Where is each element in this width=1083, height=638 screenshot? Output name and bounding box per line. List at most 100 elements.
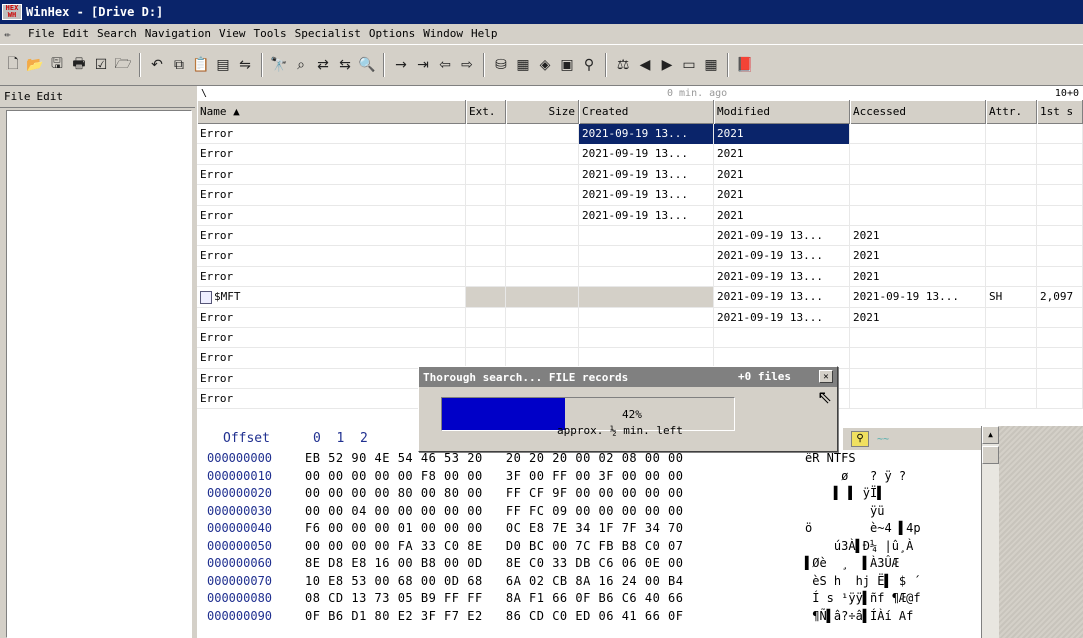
new-icon[interactable]: 🗋: [2, 54, 24, 76]
cell-ext: [466, 144, 506, 165]
panel-menu-edit[interactable]: Edit: [37, 90, 64, 103]
convert-icon[interactable]: ⇋: [234, 54, 256, 76]
back-icon[interactable]: ⇦: [434, 54, 456, 76]
col-accessed-header[interactable]: Accessed: [850, 100, 986, 124]
cell-ext: [466, 164, 506, 185]
menu-help[interactable]: Help: [467, 25, 502, 43]
panel-menu-file[interactable]: File: [4, 90, 31, 103]
replace-text-icon[interactable]: ⇄: [312, 54, 334, 76]
menu-window[interactable]: Window: [419, 25, 467, 43]
menu-file[interactable]: File: [24, 25, 59, 43]
hex-editor[interactable]: Offset 0 1 2 000000000 EB 52 90 4E 54 46 …: [197, 426, 1083, 638]
table-icon[interactable]: ▦: [700, 54, 722, 76]
table-row[interactable]: Error 2021-09-19 13... 2021: [197, 246, 1083, 267]
find-text-icon[interactable]: 🔭: [268, 54, 290, 76]
calculator-icon[interactable]: ▣: [556, 54, 578, 76]
table-row[interactable]: Error 2021-09-19 13... 2021: [197, 225, 1083, 247]
hex-scrollbar[interactable]: ▲: [981, 426, 999, 638]
hex-bytes: 0F B6 D1 80 E2 3F F7 E2 86 CD C0 ED 06 4…: [305, 608, 684, 623]
clipboard-data-icon[interactable]: 📋: [190, 54, 212, 76]
goto-offset-icon[interactable]: →: [390, 54, 412, 76]
menu-grip-icon: ⇷: [4, 27, 11, 41]
zoom-icon[interactable]: ⚲: [578, 54, 600, 76]
scroll-up-button[interactable]: ▲: [982, 426, 999, 444]
hex-line[interactable]: 000000080 08 CD 13 73 05 B9 FF FF 8A F1 6…: [197, 590, 1083, 608]
hex-ascii: ▌ ▌ ÿÏ▌: [805, 486, 885, 500]
hex-line[interactable]: 000000060 8E D8 E8 16 00 B8 00 0D 8E C0 3…: [197, 555, 1083, 573]
cell-attr: [986, 144, 1037, 165]
prev-icon[interactable]: ◀: [634, 54, 656, 76]
next-icon[interactable]: ▶: [656, 54, 678, 76]
forward-icon[interactable]: ⇨: [456, 54, 478, 76]
cell-name: Error: [197, 246, 466, 267]
scroll-thumb[interactable]: [982, 446, 999, 464]
cell-ext: [466, 225, 506, 246]
hex-line[interactable]: 000000090 0F B6 D1 80 E2 3F F7 E2 86 CD C…: [197, 608, 1083, 626]
cell-created: [579, 225, 714, 246]
menu-specialist[interactable]: Specialist: [291, 25, 365, 43]
table-row[interactable]: Error 2021-09-19 13... 2021: [197, 205, 1083, 226]
col-modified-header[interactable]: Modified: [714, 100, 850, 124]
data-interpreter-icon[interactable]: ◈: [534, 54, 556, 76]
menu-navigation[interactable]: Navigation: [141, 25, 215, 43]
print-icon[interactable]: 🖶: [68, 54, 90, 76]
cell-text: SH: [989, 290, 1003, 304]
menu-tools[interactable]: Tools: [249, 25, 290, 43]
open-icon[interactable]: 📂: [24, 54, 46, 76]
table-row[interactable]: Error: [197, 327, 1083, 349]
cell-size: [506, 246, 579, 267]
hex-body[interactable]: 000000000 EB 52 90 4E 54 46 53 20 20 20 2…: [197, 450, 1083, 625]
menu-edit[interactable]: Edit: [59, 25, 94, 43]
col-name-header[interactable]: Name ▲: [197, 100, 466, 124]
col-attr-header[interactable]: Attr.: [986, 100, 1037, 124]
menu-options[interactable]: Options: [365, 25, 419, 43]
cell-first: [1037, 225, 1083, 246]
cell-ext: [466, 266, 506, 287]
hex-line[interactable]: 000000010 00 00 00 00 00 F8 00 00 3F 00 F…: [197, 468, 1083, 486]
hex-line[interactable]: 000000020 00 00 00 00 80 00 80 00 FF CF 9…: [197, 485, 1083, 503]
ram-editor-icon[interactable]: ▦: [512, 54, 534, 76]
cell-accessed: [850, 348, 986, 369]
undo-icon[interactable]: ↶: [146, 54, 168, 76]
table-row[interactable]: Error 2021-09-19 13... 2021: [197, 307, 1083, 328]
waveform-icon[interactable]: ~~: [877, 434, 889, 445]
table-row[interactable]: Error 2021-09-19 13... 2021: [197, 144, 1083, 165]
folder-icon[interactable]: ▭: [678, 54, 700, 76]
table-row[interactable]: Error 2021-09-19 13... 2021: [197, 164, 1083, 186]
col-ext-header[interactable]: Ext.: [466, 100, 506, 124]
table-row[interactable]: Error 2021-09-19 13... 2021: [197, 124, 1083, 145]
cell-created: [579, 266, 714, 287]
cell-ext: [466, 124, 506, 144]
open-disk-icon[interactable]: 🗁: [112, 54, 134, 76]
directory-tree[interactable]: [6, 110, 192, 638]
copy-block-icon[interactable]: ⧉: [168, 54, 190, 76]
table-row[interactable]: Error 2021-09-19 13... 2021: [197, 266, 1083, 288]
replace-hex-icon[interactable]: ⇆: [334, 54, 356, 76]
help-book-icon[interactable]: 📕: [734, 54, 756, 76]
menu-search[interactable]: Search: [93, 25, 141, 43]
save-icon[interactable]: 🖫: [46, 54, 68, 76]
winhex-app-icon[interactable]: HEX WH: [2, 4, 22, 20]
menu-view[interactable]: View: [215, 25, 250, 43]
paste-icon[interactable]: ▤: [212, 54, 234, 76]
properties-icon[interactable]: ☑: [90, 54, 112, 76]
cell-accessed: 2021: [850, 307, 986, 328]
col-created-header[interactable]: Created: [579, 100, 714, 124]
hex-line[interactable]: 000000070 10 E8 53 00 68 00 0D 68 6A 02 C…: [197, 573, 1083, 591]
table-row[interactable]: Error 2021-09-19 13... 2021: [197, 185, 1083, 206]
hex-line[interactable]: 000000050 00 00 00 00 FA 33 C0 8E D0 BC 0…: [197, 538, 1083, 556]
table-row[interactable]: $MFT 2021-09-19 13... 2021-09-19 13... SH 2,…: [197, 287, 1083, 308]
search-icon[interactable]: ⚲: [851, 431, 869, 447]
disk-editor-icon[interactable]: ⛁: [490, 54, 512, 76]
goto-sector-icon[interactable]: ⇥: [412, 54, 434, 76]
close-icon[interactable]: ✕: [819, 370, 833, 383]
cell-created: 2021-09-19 13...: [579, 164, 714, 185]
col-size-header[interactable]: Size: [506, 100, 579, 124]
title-bar: HEX WH WinHex - [Drive D:]: [0, 0, 1083, 24]
col-first-sector-header[interactable]: 1st s: [1037, 100, 1083, 124]
hex-line[interactable]: 000000030 00 00 04 00 00 00 00 00 FF FC 0…: [197, 503, 1083, 521]
hex-line[interactable]: 000000040 F6 00 00 00 01 00 00 00 0C E8 7…: [197, 520, 1083, 538]
compare-icon[interactable]: ⚖: [612, 54, 634, 76]
find-hex-icon[interactable]: ⌕: [290, 54, 312, 76]
find-again-icon[interactable]: 🔍: [356, 54, 378, 76]
